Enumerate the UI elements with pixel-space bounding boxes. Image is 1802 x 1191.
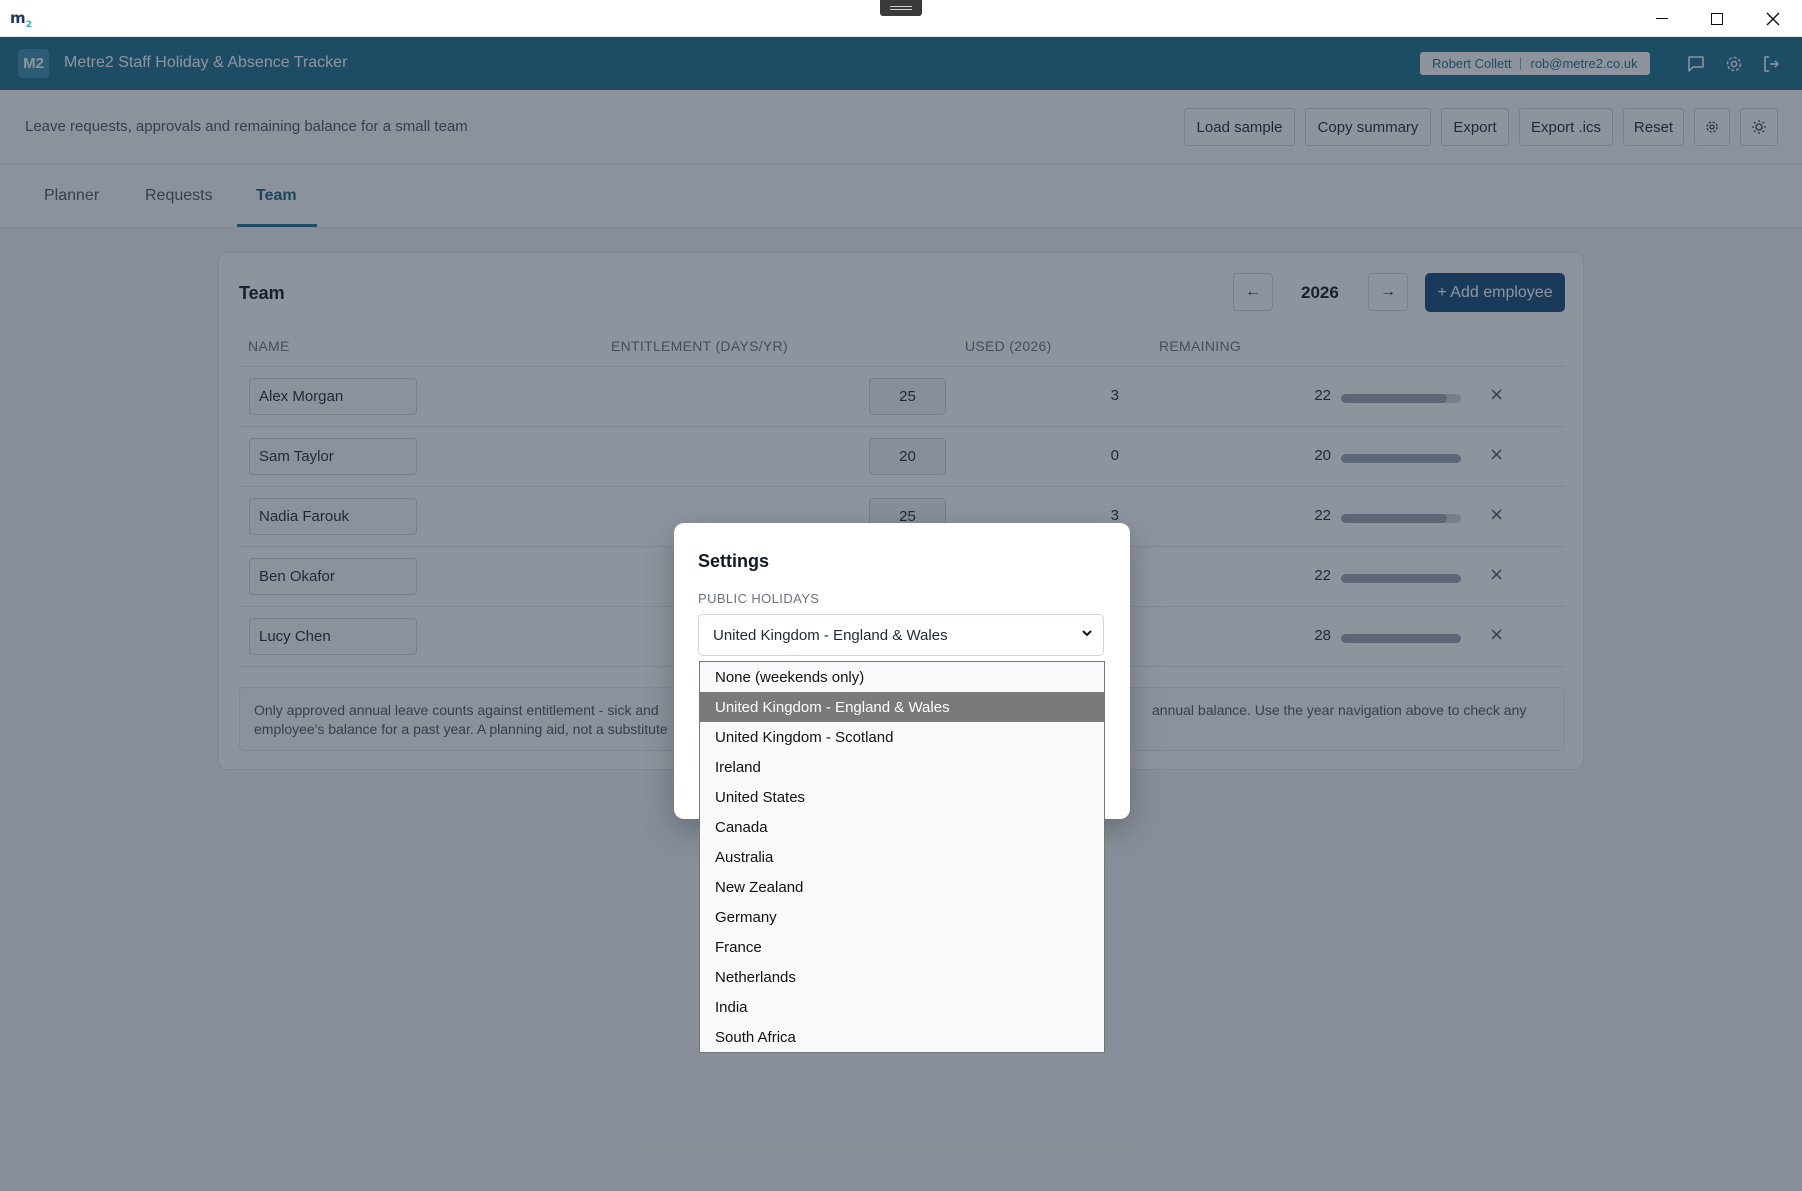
- selected-value: United Kingdom - England & Wales: [713, 626, 948, 644]
- maximize-button[interactable]: [1690, 0, 1744, 37]
- option-new-zealand[interactable]: New Zealand: [700, 872, 1104, 902]
- option-south-africa[interactable]: South Africa: [700, 1022, 1104, 1052]
- public-holidays-select[interactable]: United Kingdom - England & Wales: [698, 614, 1104, 656]
- drag-handle[interactable]: [880, 0, 922, 16]
- option-germany[interactable]: Germany: [700, 902, 1104, 932]
- minimize-icon: [1656, 18, 1668, 19]
- chevron-down-icon: [1081, 627, 1093, 643]
- option-uk-england-wales[interactable]: United Kingdom - England & Wales: [700, 692, 1104, 722]
- app-logo-icon: m2: [10, 9, 32, 30]
- minimize-button[interactable]: [1635, 0, 1689, 37]
- close-window-button[interactable]: [1746, 0, 1800, 37]
- option-none[interactable]: None (weekends only): [700, 662, 1104, 692]
- option-ireland[interactable]: Ireland: [700, 752, 1104, 782]
- option-canada[interactable]: Canada: [700, 812, 1104, 842]
- option-france[interactable]: France: [700, 932, 1104, 962]
- maximize-icon: [1711, 12, 1723, 25]
- modal-title: Settings: [698, 551, 770, 571]
- option-netherlands[interactable]: Netherlands: [700, 962, 1104, 992]
- public-holidays-options: None (weekends only) United Kingdom - En…: [699, 661, 1105, 1053]
- option-india[interactable]: India: [700, 992, 1104, 1022]
- option-united-states[interactable]: United States: [700, 782, 1104, 812]
- window-titlebar: m2: [0, 0, 1802, 37]
- option-australia[interactable]: Australia: [700, 842, 1104, 872]
- public-holidays-label: PUBLIC HOLIDAYS: [698, 591, 820, 606]
- close-icon: [1766, 12, 1780, 25]
- option-uk-scotland[interactable]: United Kingdom - Scotland: [700, 722, 1104, 752]
